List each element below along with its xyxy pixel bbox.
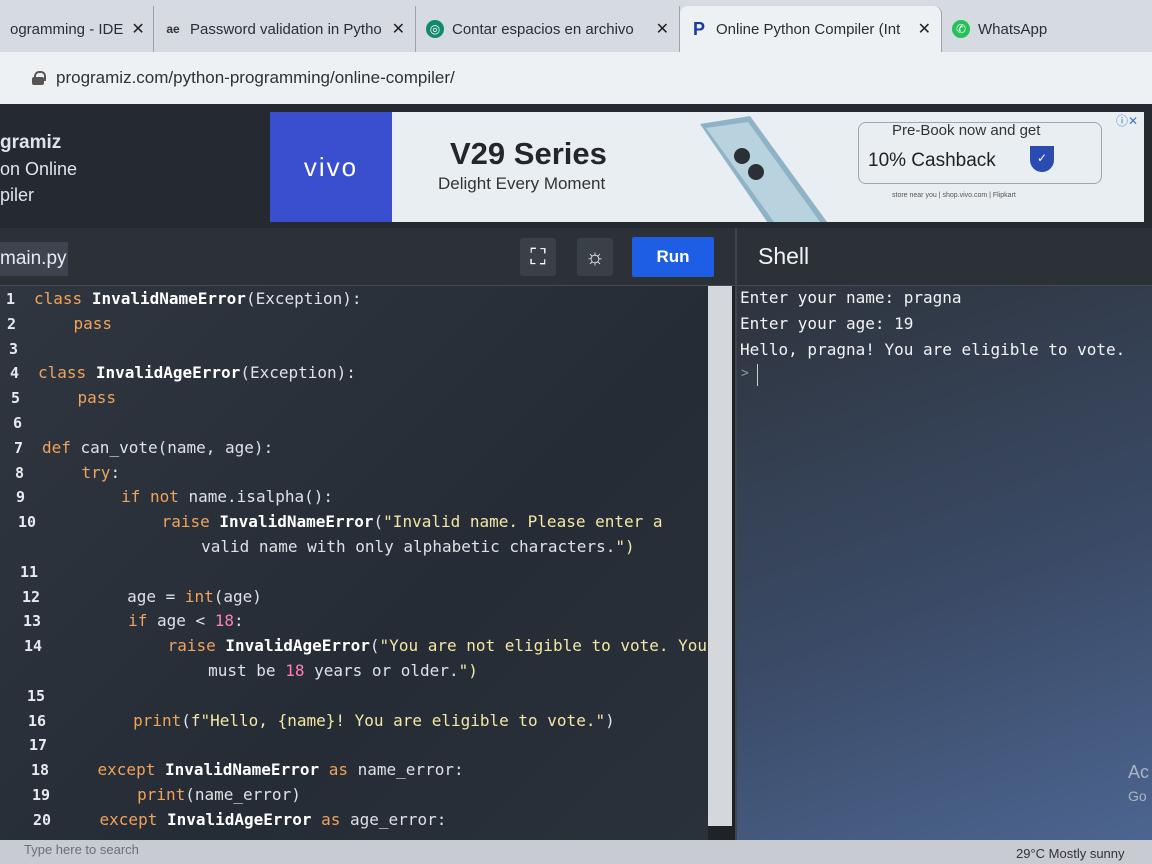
site-brand[interactable]: gramiz on Online piler [0,130,77,208]
url-text[interactable]: programiz.com/python-programming/online-… [56,68,455,88]
code-line[interactable]: except InvalidNameError as name_error: [59,759,464,781]
address-bar[interactable]: programiz.com/python-programming/online-… [0,52,1152,104]
line-number: 12 [22,587,41,606]
lock-icon [32,71,46,85]
line-number: 8 [15,463,25,482]
advertisement-banner[interactable]: vivo V29 Series Delight Every Moment Pre… [270,112,1144,222]
line-number: 17 [29,736,48,755]
line-number: 18 [31,761,50,780]
code-line[interactable]: raise InvalidNameError("Invalid name. Pl… [46,511,663,533]
windows-activation-watermark: Ac Go [1128,760,1149,808]
brand-line-1: gramiz [0,132,62,153]
ad-tagline: Delight Every Moment [438,174,606,193]
chatgpt-icon: ◎ [426,20,444,38]
run-button[interactable]: Run [632,237,714,277]
shell-line: Enter your age: 19 [740,314,914,333]
code-line[interactable]: try: [43,462,121,484]
ad-prebook-text: Pre-Book now and get [892,122,1041,139]
close-tab-icon[interactable]: ✕ [910,19,931,39]
windows-taskbar [0,840,1152,864]
fullscreen-icon[interactable]: ⛶ [520,238,556,276]
tab-label: Contar espacios en archivo [452,20,634,38]
phone-image [700,116,828,222]
close-tab-icon[interactable]: ✕ [648,19,669,39]
tab-password-validation[interactable]: ae Password validation in Pytho ✕ [154,6,416,52]
line-number: 7 [14,438,24,457]
code-line[interactable]: def can_vote(name, age): [42,437,273,459]
tab-whatsapp[interactable]: ✆ WhatsApp [942,6,1152,52]
line-number: 19 [32,786,51,804]
shell-output[interactable]: Enter your name: pragna Enter your age: … [737,286,1152,840]
code-line[interactable]: class InvalidAgeError(Exception): [38,362,356,384]
shell-line: Hello, pragna! You are eligible to vote. [740,340,1126,359]
line-number: 10 [18,513,37,532]
whatsapp-icon: ✆ [952,20,970,38]
close-tab-icon[interactable]: ✕ [384,19,405,39]
line-number: 13 [23,612,42,631]
code-line[interactable]: print(f"Hello, {name}! You are eligible … [56,710,615,732]
editor-scrollbar[interactable] [708,286,732,826]
line-number: 20 [33,810,52,829]
shell-line: Enter your name: pragna [740,288,962,307]
shell-cursor [757,364,758,386]
browser-tab-bar: ogramming - IDE ✕ ae Password validation… [0,0,1152,52]
file-tab-main-py[interactable]: main.py [0,242,68,276]
weather-widget[interactable]: 29°C Mostly sunny [1016,846,1125,861]
line-number: 5 [11,389,21,408]
code-line[interactable]: class InvalidNameError(Exception): [34,288,362,310]
line-number: 1 [6,290,16,308]
ae-icon: ae [166,22,180,36]
code-editor[interactable]: 1 class InvalidNameError(Exception): 2 pas… [0,286,708,840]
ad-title: V29 Series [450,136,607,171]
line-number: 4 [10,364,20,383]
ad-brand-logo: vivo [270,112,392,222]
brand-line-3: piler [0,185,35,205]
line-number: 11 [20,562,39,581]
ad-store-text: store near you | shop.vivo.com | Flipkar… [892,192,1016,199]
line-number: 15 [27,686,46,705]
code-line[interactable]: print(name_error) [60,784,301,806]
line-number: 3 [9,339,19,358]
theme-toggle-icon[interactable]: ☼ [577,238,613,276]
shell-title: Shell [758,243,810,269]
line-number: 14 [24,637,43,656]
code-line[interactable]: except InvalidAgeError as age_error: [61,809,447,831]
code-line[interactable]: if age < 18: [51,610,244,632]
code-line[interactable]: if not name.isalpha(): [44,486,333,508]
tab-label: WhatsApp [978,20,1048,38]
code-line[interactable]: age = int(age) [50,586,262,608]
line-number: 2 [7,314,17,333]
code-line[interactable]: pass [39,387,117,409]
tab-label: Password validation in Pytho [190,20,382,38]
tab-label: Online Python Compiler (Int [716,20,901,38]
close-tab-icon[interactable]: ✕ [123,19,144,39]
tab-label: ogramming - IDE [10,20,124,38]
shield-icon: ✓ [1030,146,1054,172]
watermark-line-2: Go [1128,788,1147,804]
taskbar-search-input[interactable]: Type here to search [24,842,139,857]
watermark-line-1: Ac [1128,762,1150,782]
code-line[interactable]: pass [35,313,113,335]
tab-ide[interactable]: ogramming - IDE ✕ [0,6,154,52]
line-number: 9 [16,488,26,507]
shell-prompt: > [741,366,749,381]
line-number: 6 [13,414,23,432]
editor-toolbar [0,228,1152,286]
ad-choices-icon[interactable]: ⓘ✕ [1116,112,1138,129]
brand-line-2: on Online [0,159,78,179]
programiz-icon: P [692,19,705,39]
code-line[interactable]: raise InvalidAgeError("You are not eligi… [52,635,707,657]
line-number: 16 [28,711,47,730]
tab-contar-espacios[interactable]: ◎ Contar espacios en archivo ✕ [416,6,680,52]
tab-online-python-compiler[interactable]: P Online Python Compiler (Int ✕ [680,6,942,52]
code-line[interactable]: must be 18 years or older.") [54,660,478,682]
ad-cashback-text: 10% Cashback [868,150,996,171]
code-line[interactable]: valid name with only alphabetic characte… [47,536,634,558]
